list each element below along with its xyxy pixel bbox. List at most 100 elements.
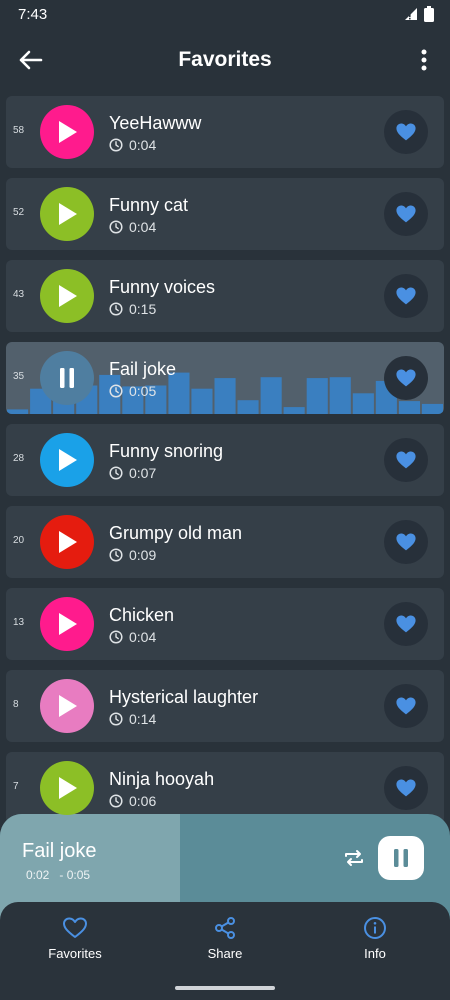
player-pause-button[interactable] <box>378 836 424 880</box>
sound-duration-text: 0:04 <box>129 219 157 235</box>
play-icon <box>59 285 77 307</box>
more-vert-icon[interactable] <box>412 46 436 74</box>
sound-row[interactable]: 43 Funny voices 0:15 <box>6 260 444 332</box>
sound-rank: 28 <box>13 453 25 464</box>
play-button[interactable] <box>40 761 94 815</box>
pause-icon <box>394 849 408 867</box>
sound-row[interactable]: 28 Funny snoring 0:07 <box>6 424 444 496</box>
sound-rank: 58 <box>13 125 25 136</box>
play-icon <box>59 121 77 143</box>
sound-title: YeeHawww <box>109 113 202 133</box>
waveform-bar <box>306 378 328 414</box>
pause-button[interactable] <box>40 351 94 405</box>
sound-duration: 0:14 <box>109 711 156 727</box>
sound-title: Funny cat <box>109 195 189 215</box>
sound-duration-text: 0:07 <box>129 465 157 481</box>
sound-duration-text: 0:14 <box>129 711 157 727</box>
sound-row[interactable]: 8 Hysterical laughter 0:14 <box>6 670 444 742</box>
sound-duration-text: 0:05 <box>129 383 157 399</box>
sound-row[interactable]: 13 Chicken 0:04 <box>6 588 444 660</box>
favorite-button[interactable] <box>384 684 428 728</box>
waveform-bar <box>283 407 305 414</box>
play-icon <box>59 203 77 225</box>
heart-filled-icon <box>396 369 416 387</box>
player-time: 0:02 - 0:05 <box>26 868 91 882</box>
sound-title: Hysterical laughter <box>109 687 259 707</box>
clock-icon <box>109 548 123 562</box>
play-button[interactable] <box>40 187 94 241</box>
sound-row[interactable]: 20 Grumpy old man 0:09 <box>6 506 444 578</box>
heart-filled-icon <box>396 205 416 223</box>
favorite-button[interactable] <box>384 192 428 236</box>
sound-duration-text: 0:09 <box>129 547 157 563</box>
heart-filled-icon <box>396 451 416 469</box>
nav-favorites[interactable]: Favorites <box>0 902 150 1000</box>
sound-row[interactable]: 35 Fail joke 0:05 <box>6 342 444 414</box>
waveform-bar <box>398 401 420 414</box>
sound-row[interactable]: 52 Funny cat 0:04 <box>6 178 444 250</box>
clock-icon <box>109 630 123 644</box>
play-button[interactable] <box>40 679 94 733</box>
sound-duration-text: 0:15 <box>129 301 157 317</box>
waveform-bar <box>237 400 259 414</box>
sound-row[interactable]: 58 YeeHawww 0:04 <box>6 96 444 168</box>
sound-duration: 0:04 <box>109 137 156 153</box>
heart-outline-icon <box>63 917 87 938</box>
waveform-bar <box>260 377 282 414</box>
favorite-button[interactable] <box>384 110 428 154</box>
nav-info[interactable]: Info <box>300 902 450 1000</box>
sound-rank: 52 <box>13 207 25 218</box>
share-icon <box>215 917 235 939</box>
back-arrow-icon[interactable] <box>18 48 44 72</box>
signal-icon <box>405 8 417 20</box>
status-time: 7:43 <box>18 5 48 23</box>
waveform-bar <box>421 403 443 414</box>
waveform-bar <box>352 393 374 414</box>
heart-filled-icon <box>396 779 416 797</box>
sound-duration: 0:05 <box>109 383 156 399</box>
heart-filled-icon <box>396 287 416 305</box>
heart-filled-icon <box>396 123 416 141</box>
sound-rank: 43 <box>13 289 25 300</box>
clock-icon <box>109 712 123 726</box>
sound-title: Funny snoring <box>109 441 224 461</box>
sound-duration: 0:07 <box>109 465 156 481</box>
sound-title: Funny voices <box>109 277 216 297</box>
play-button[interactable] <box>40 515 94 569</box>
app-bar: Favorites <box>0 30 450 90</box>
clock-icon <box>109 384 123 398</box>
play-button[interactable] <box>40 597 94 651</box>
favorite-button[interactable] <box>384 766 428 810</box>
nav-info-label: Info <box>364 946 386 961</box>
sound-title: Fail joke <box>109 359 177 379</box>
play-button[interactable] <box>40 269 94 323</box>
sound-title: Grumpy old man <box>109 523 243 543</box>
sound-rank: 7 <box>13 781 19 792</box>
sound-title: Chicken <box>109 605 175 625</box>
heart-filled-icon <box>396 697 416 715</box>
sound-duration: 0:15 <box>109 301 156 317</box>
player-title: Fail joke <box>22 840 97 862</box>
play-button[interactable] <box>40 433 94 487</box>
favorite-button[interactable] <box>384 520 428 564</box>
status-bar: 7:43 <box>0 0 450 28</box>
favorite-button[interactable] <box>384 438 428 482</box>
waveform-bar <box>191 388 213 414</box>
favorite-button[interactable] <box>384 356 428 400</box>
page-title: Favorites <box>178 48 272 71</box>
favorite-button[interactable] <box>384 274 428 318</box>
heart-filled-icon <box>396 533 416 551</box>
sound-title: Ninja hooyah <box>109 769 215 789</box>
play-button[interactable] <box>40 105 94 159</box>
play-icon <box>59 777 77 799</box>
pause-icon <box>60 368 74 388</box>
nav-share-label: Share <box>207 946 243 961</box>
sound-duration: 0:09 <box>109 547 156 563</box>
sound-duration: 0:06 <box>109 793 156 809</box>
favorite-button[interactable] <box>384 602 428 646</box>
clock-icon <box>109 466 123 480</box>
repeat-icon[interactable] <box>342 846 366 870</box>
heart-filled-icon <box>396 615 416 633</box>
clock-icon <box>109 220 123 234</box>
sound-duration: 0:04 <box>109 629 156 645</box>
